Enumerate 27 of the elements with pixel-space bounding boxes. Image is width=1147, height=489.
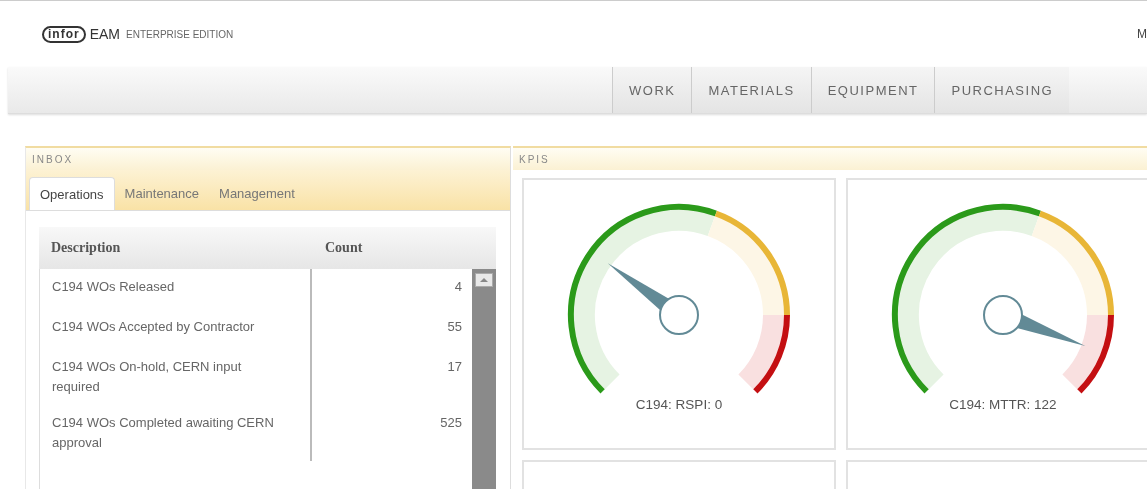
gauge-label: C194: MTTR: 122 <box>949 397 1057 412</box>
table-cell-text: 4 <box>453 278 463 296</box>
nav-tab[interactable]: WORK <box>612 67 692 113</box>
panel-title: KPIS <box>519 153 550 165</box>
table-cell: C194 WOs Accepted by Contractor <box>40 309 312 349</box>
inbox-tab[interactable]: Operations <box>29 177 115 210</box>
column-header: Count <box>324 240 364 256</box>
gauge-label: C194: RSPI: 0 <box>635 397 723 412</box>
table-cell-text: 17 <box>446 358 463 376</box>
scrollbar[interactable] <box>472 269 496 489</box>
table-cell: C194 WOs Completed awaiting CERN approval <box>40 405 312 461</box>
scroll-up-icon[interactable] <box>475 273 493 287</box>
column-header: Description <box>50 240 122 256</box>
inbox-tab[interactable]: Management <box>209 177 305 210</box>
table-cell-text: 55 <box>446 318 463 336</box>
nav-tab[interactable]: MATERIALS <box>691 67 811 113</box>
table-cell: C194 WOs Released <box>40 269 312 309</box>
table-cell-text: 525 <box>439 414 463 432</box>
nav-tab[interactable]: EQUIPMENT <box>810 67 935 113</box>
product-name: EAM <box>89 26 120 42</box>
logo: infor <box>42 25 86 43</box>
table-cell: C194 WOs On-hold, CERN input required <box>40 349 312 405</box>
inbox-tab[interactable]: Maintenance <box>114 177 210 210</box>
nav-tab[interactable]: PURCHASING <box>934 67 1070 113</box>
header-text: M <box>1137 27 1147 41</box>
edition-label: ENTERPRISE EDITION <box>126 28 234 40</box>
panel-title: INBOX <box>32 153 74 165</box>
